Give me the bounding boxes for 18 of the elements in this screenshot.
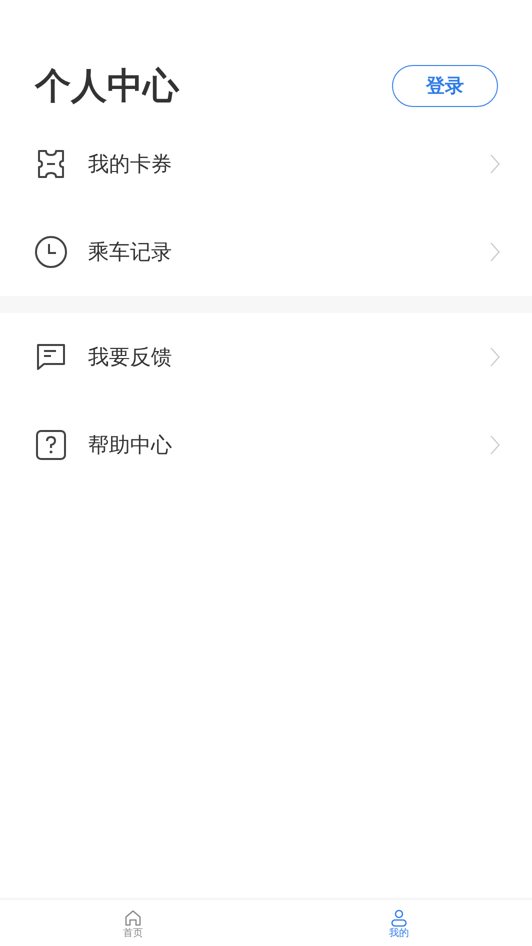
login-button[interactable]: 登录 [392,65,498,107]
chevron-right-icon [490,347,500,367]
help-icon [36,430,66,460]
person-icon [390,908,408,926]
chevron-right-icon [490,242,500,262]
chevron-right-icon [490,154,500,174]
menu-item-label[interactable]: 我要反馈 [88,343,490,371]
menu-item-label[interactable]: 乘车记录 [88,238,490,266]
menu-item-label[interactable]: 我的卡券 [88,150,490,178]
chat-icon [36,342,66,372]
chevron-right-icon [490,435,500,455]
clock-icon [34,235,68,269]
page-title: 个人中心 [35,64,179,108]
ticket-icon [36,149,66,179]
tab-item[interactable]: 我的 [266,900,532,946]
home-icon [124,908,142,926]
tab-item[interactable]: 首页 [0,900,266,946]
menu-item-label[interactable]: 帮助中心 [88,431,490,459]
